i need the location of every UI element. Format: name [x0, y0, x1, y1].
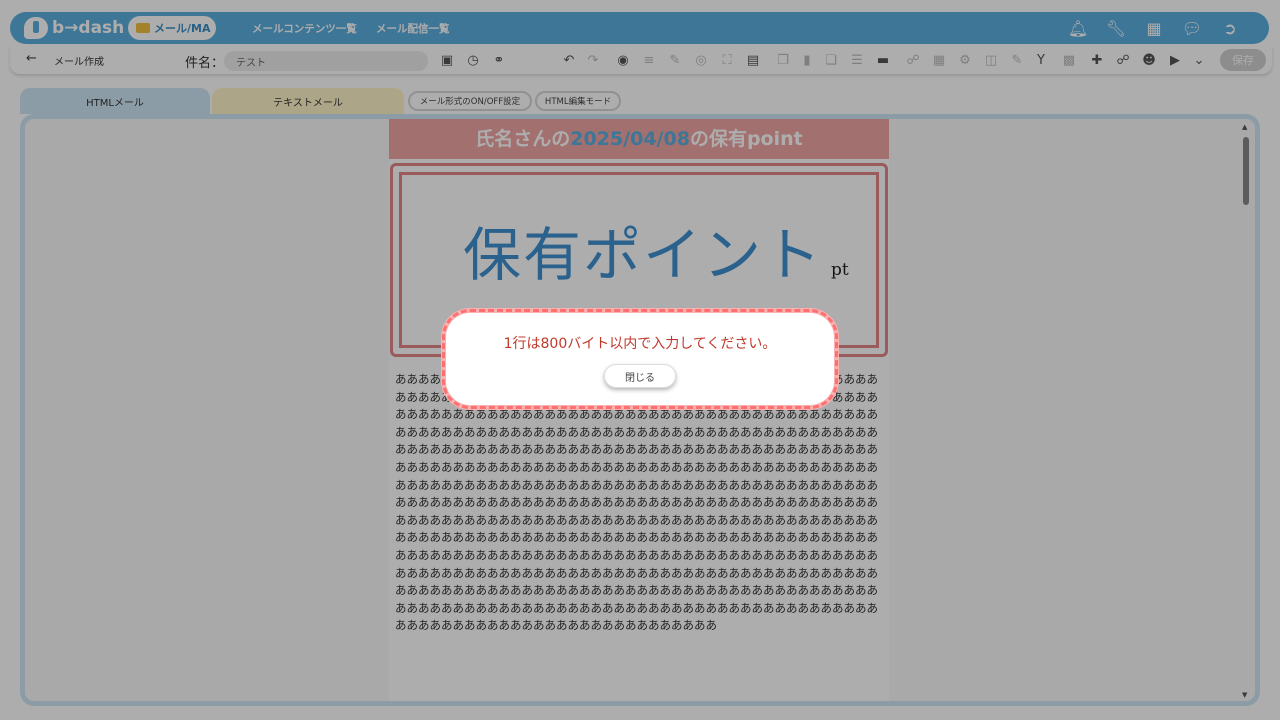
error-message: 1行は800バイト以内で入力してください。	[503, 336, 777, 352]
close-button[interactable]: 閉じる	[604, 364, 676, 388]
error-dialog: 1行は800バイト以内で入力してください。 閉じる	[442, 309, 838, 409]
